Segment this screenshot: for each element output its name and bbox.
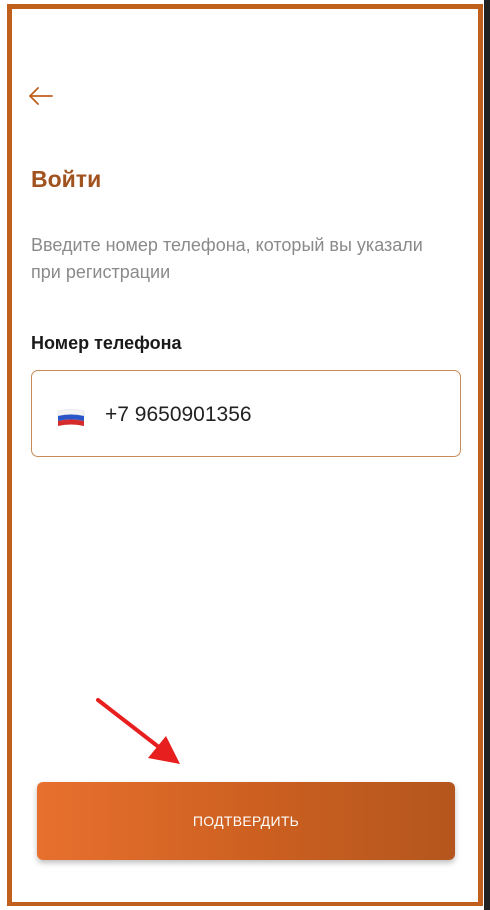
phone-value: +7 9650901356 xyxy=(105,403,252,426)
right-edge-shadow xyxy=(484,0,490,910)
confirm-button-label: ПОДТВЕРДИТЬ xyxy=(192,813,300,829)
confirm-button[interactable]: ПОДТВЕРДИТЬ xyxy=(37,782,455,860)
phone-field-label: Номер телефона xyxy=(31,333,182,353)
back-arrow-icon[interactable] xyxy=(26,83,56,109)
russia-flag-icon[interactable] xyxy=(56,408,86,429)
page-subtitle: Введите номер телефона, который вы указа… xyxy=(31,235,423,282)
phone-input[interactable]: +7 9650901356 xyxy=(31,370,461,457)
red-annotation-arrow-icon xyxy=(96,698,180,764)
frame-bottom-border xyxy=(7,902,483,906)
page-title: Войти xyxy=(31,166,102,192)
